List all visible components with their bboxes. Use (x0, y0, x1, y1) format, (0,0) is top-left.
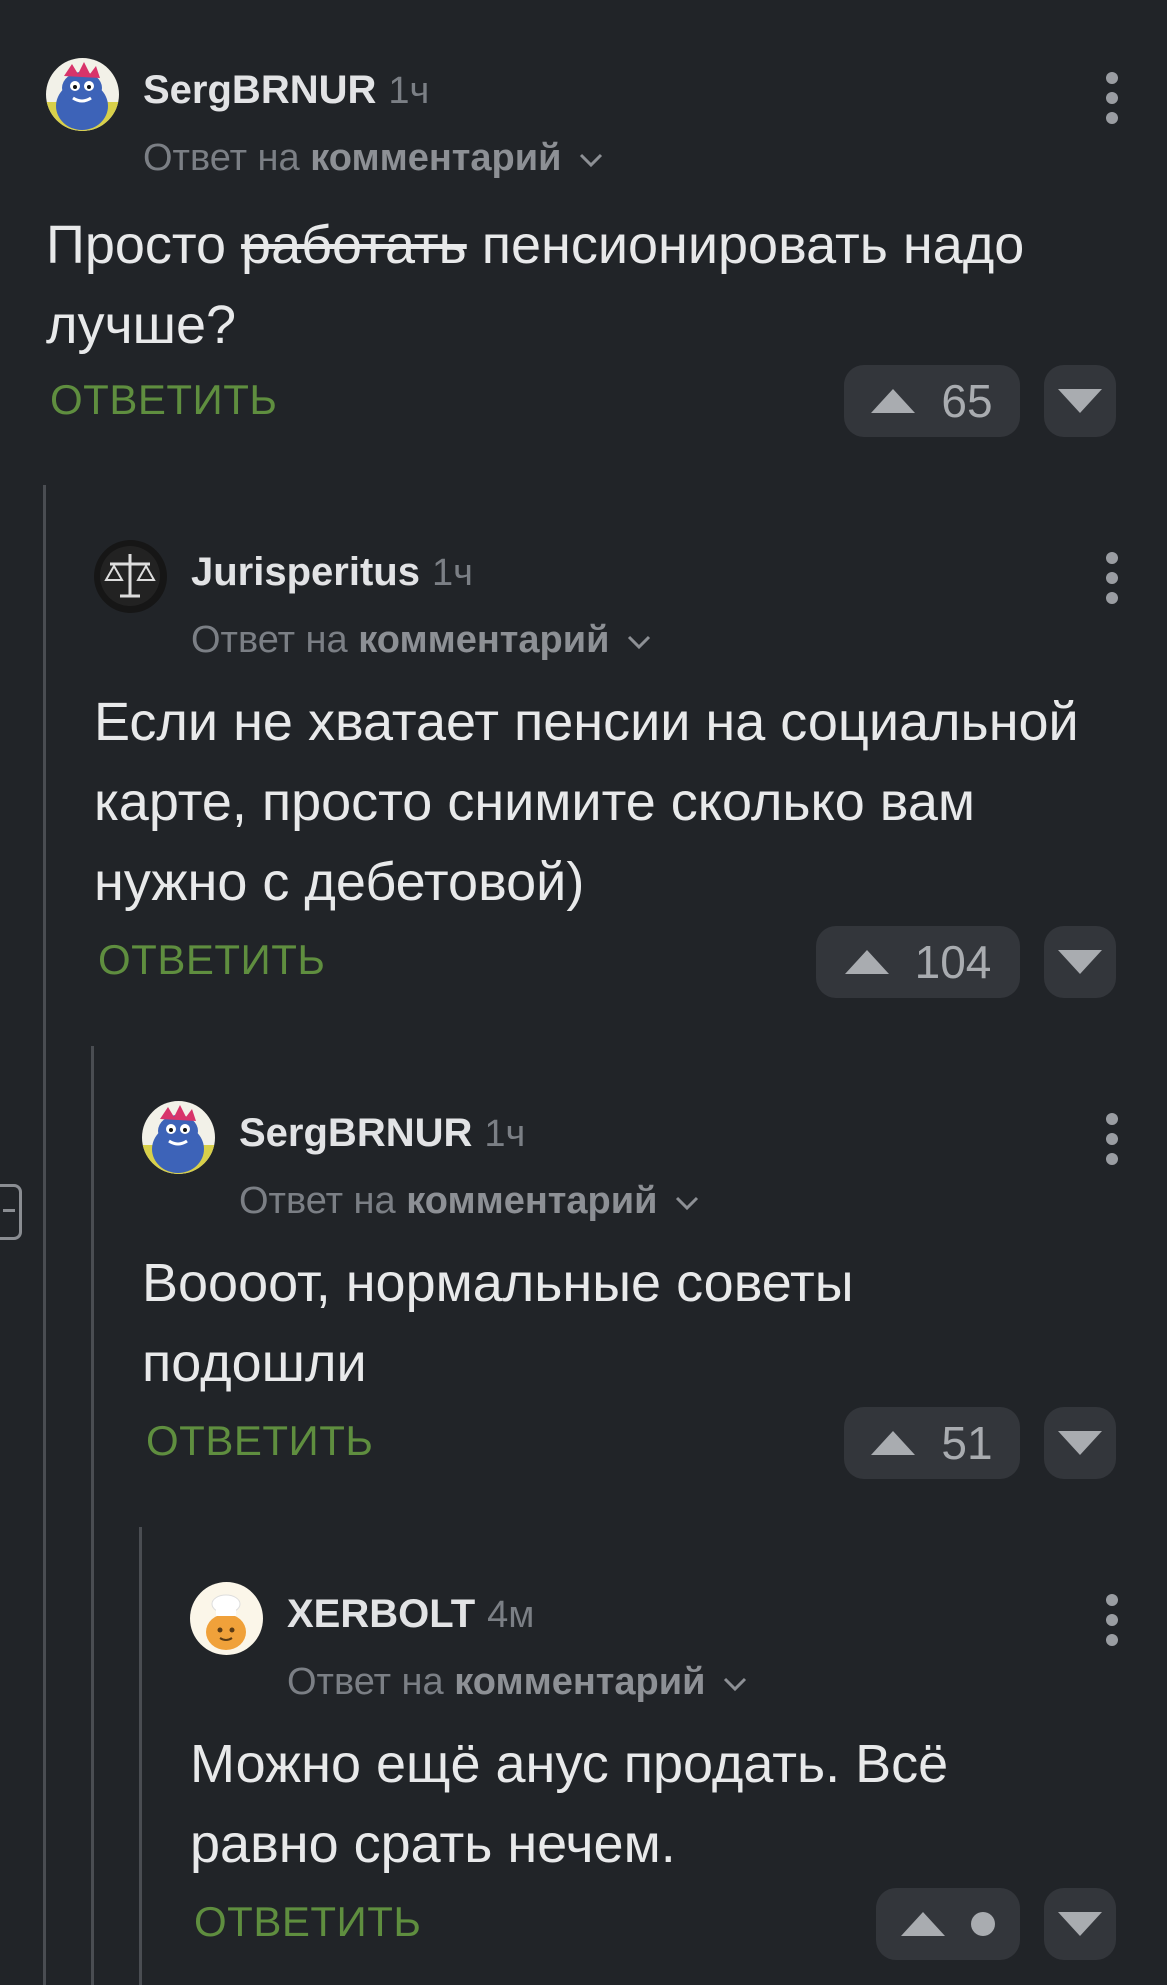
chef-avatar-icon (190, 1582, 263, 1655)
more-menu-icon[interactable] (1097, 72, 1127, 132)
comment-text-start: Просто (46, 215, 242, 275)
upvote-button[interactable] (876, 1888, 1020, 1960)
reply-to[interactable]: Ответ на комментарий (191, 612, 652, 668)
author-line: XERBOLT 4м (287, 1584, 534, 1644)
comment: XERBOLT 4м Ответ на комментарий Можно ещё… (190, 1554, 1167, 1985)
arrow-up-icon (844, 950, 889, 974)
reply-to-prefix: Ответ на (191, 619, 348, 661)
arrow-down-icon (1058, 950, 1102, 974)
chevron-down-icon[interactable] (722, 1676, 748, 1692)
downvote-button[interactable] (1044, 926, 1116, 998)
comment: Jurisperitus 1ч Ответ на комментарий Если… (94, 512, 1167, 1012)
reply-to-target[interactable]: комментарий (310, 137, 561, 179)
comment-text: Если не хватает пенсии на социальной кар… (94, 692, 1079, 912)
arrow-down-icon (1058, 1912, 1102, 1936)
rating-count: 51 (941, 1417, 993, 1469)
author-line: Jurisperitus 1ч (191, 542, 473, 602)
thread-line-level-1 (43, 485, 46, 1985)
hidden-rating-dot (971, 1912, 995, 1936)
reply-button[interactable]: ОТВЕТИТЬ (146, 1411, 373, 1471)
comment-text: Просто работать пенсионировать надо лучш… (46, 205, 1126, 365)
reply-to-prefix: Ответ на (239, 1180, 396, 1222)
arrow-up-icon (901, 1912, 945, 1936)
thread-line-level-2 (91, 1046, 94, 1985)
downvote-button[interactable] (1044, 1407, 1116, 1479)
comment: SergBRNUR 1ч Ответ на комментарий Воооот,… (142, 1073, 1167, 1493)
upvote-button[interactable]: 51 (844, 1407, 1020, 1479)
comment-time: 4м (487, 1594, 535, 1636)
rating-count: 104 (914, 936, 992, 988)
upvote-button[interactable]: 104 (816, 926, 1020, 998)
author-line: SergBRNUR 1ч (239, 1103, 525, 1163)
comment: SergBRNUR 1ч Ответ на комментарий Просто … (46, 30, 1167, 450)
reply-to-target[interactable]: комментарий (406, 1180, 657, 1222)
arrow-down-icon (1058, 389, 1102, 413)
arrow-up-icon (871, 1431, 916, 1455)
comment-text: Можно ещё анус продать. Всё равно срать … (190, 1734, 949, 1874)
comment-time: 1ч (388, 70, 430, 112)
avatar[interactable] (190, 1582, 263, 1655)
downvote-button[interactable] (1044, 1888, 1116, 1960)
avatar[interactable] (94, 540, 167, 613)
comment-text: Воооот, нормальные советы подошли (142, 1253, 854, 1393)
reply-button[interactable]: ОТВЕТИТЬ (98, 930, 325, 990)
avatar[interactable] (142, 1101, 215, 1174)
rating-count: 65 (941, 375, 993, 427)
more-menu-icon[interactable] (1097, 1594, 1127, 1654)
thread-line-level-3 (139, 1527, 142, 1985)
chevron-down-icon[interactable] (578, 152, 604, 168)
collapse-thread-button[interactable] (0, 1184, 22, 1240)
avatar[interactable] (46, 58, 119, 131)
comment-text-struck: работать (241, 215, 467, 275)
comment-time: 1ч (484, 1113, 526, 1155)
reply-button[interactable]: ОТВЕТИТЬ (194, 1892, 421, 1952)
reply-to-target[interactable]: комментарий (358, 619, 609, 661)
upvote-button[interactable]: 65 (844, 365, 1020, 437)
reply-to-prefix: Ответ на (287, 1661, 444, 1703)
author-name[interactable]: SergBRNUR (239, 1111, 472, 1155)
author-name[interactable]: SergBRNUR (143, 68, 376, 112)
reply-button[interactable]: ОТВЕТИТЬ (50, 370, 277, 430)
author-name[interactable]: Jurisperitus (191, 550, 420, 594)
more-menu-icon[interactable] (1097, 552, 1127, 612)
reply-to[interactable]: Ответ на комментарий (239, 1173, 700, 1229)
scales-avatar-icon (94, 540, 167, 613)
monster-avatar-icon (46, 58, 119, 131)
chevron-down-icon[interactable] (674, 1195, 700, 1211)
monster-avatar-icon (142, 1101, 215, 1174)
reply-to[interactable]: Ответ на комментарий (143, 130, 604, 186)
author-name[interactable]: XERBOLT (287, 1592, 475, 1636)
arrow-down-icon (1058, 1431, 1102, 1455)
reply-to-target[interactable]: комментарий (454, 1661, 705, 1703)
author-line: SergBRNUR 1ч (143, 60, 429, 120)
chevron-down-icon[interactable] (626, 634, 652, 650)
downvote-button[interactable] (1044, 365, 1116, 437)
arrow-up-icon (871, 389, 916, 413)
reply-to[interactable]: Ответ на комментарий (287, 1654, 748, 1710)
reply-to-prefix: Ответ на (143, 137, 300, 179)
more-menu-icon[interactable] (1097, 1113, 1127, 1173)
comment-time: 1ч (431, 552, 473, 594)
